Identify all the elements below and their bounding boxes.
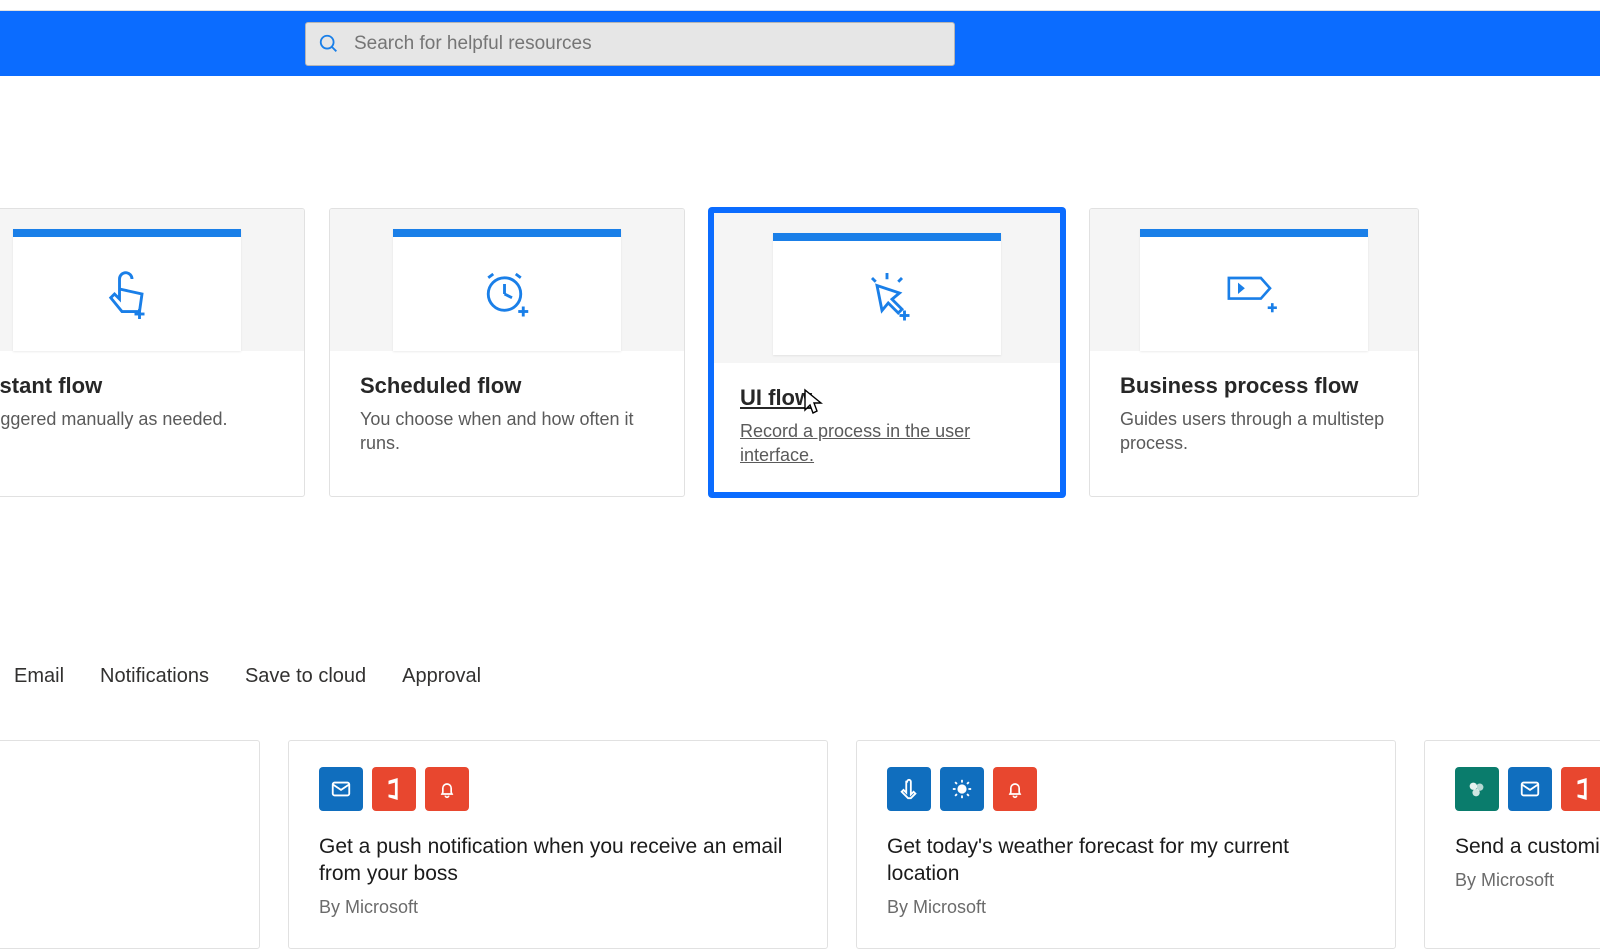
flow-card-instant[interactable]: Instant flow Triggered manually as neede… [0,208,305,497]
tab-approval[interactable]: Approval [402,665,481,688]
bell-icon [993,767,1037,811]
template-title: Send a customi [1455,833,1600,860]
window-top-strip [0,0,1600,11]
bell-icon [425,767,469,811]
card-desc: You choose when and how often it runs. [360,407,654,456]
template-icons [887,767,1365,811]
template-card[interactable]: Get a push notification when you receive… [288,740,828,949]
card-desc: Guides users through a multistep process… [1120,407,1388,456]
tab-save-to-cloud[interactable]: Save to cloud [245,665,366,688]
flow-card-ui[interactable]: UI flow Record a process in the user int… [709,208,1065,497]
flow-card-scheduled[interactable]: Scheduled flow You choose when and how o… [329,208,685,497]
template-title: Get today's weather forecast for my curr… [887,833,1365,888]
card-illustration [1090,209,1418,351]
card-title: Scheduled flow [360,373,654,399]
template-card[interactable]: hments to OneDrive for [0,740,260,949]
card-desc: Triggered manually as needed. [0,407,274,431]
template-cards: hments to OneDrive for Get a push notifi… [0,740,1600,949]
template-icons [1455,767,1600,811]
template-title: Get a push notification when you receive… [319,833,797,888]
tab-email[interactable]: Email [14,665,64,688]
weather-icon [940,767,984,811]
button-icon [887,767,931,811]
flow-type-cards: . Instant flow Triggered manually as nee… [0,208,1600,497]
flow-card-bpf[interactable]: Business process flow Guides users throu… [1089,208,1419,497]
template-author: By Microsoft [1455,870,1600,891]
template-icons [319,767,797,811]
process-plus-icon [1222,264,1286,324]
card-title: UI flow [740,385,1034,411]
search-icon [318,33,340,55]
template-title: hments to OneDrive for [0,835,229,862]
card-illustration [0,209,304,351]
card-title: Instant flow [0,373,274,399]
office-icon [372,767,416,811]
office-icon [1561,767,1600,811]
tab-notifications[interactable]: Notifications [100,665,209,688]
page-title: ow [0,76,1600,128]
sharepoint-icon [1455,767,1499,811]
search-box[interactable] [305,22,955,66]
card-desc: Record a process in the user interface. [740,419,1034,468]
tap-plus-icon [97,264,157,324]
card-illustration [714,213,1060,363]
search-input[interactable] [340,33,942,55]
template-card[interactable]: Send a customi By Microsoft [1424,740,1600,949]
cursor-click-plus-icon [857,268,917,328]
template-card[interactable]: Get today's weather forecast for my curr… [856,740,1396,949]
clock-plus-icon [477,264,537,324]
card-title: Business process flow [1120,373,1388,399]
template-author: By Microsoft [887,897,1365,918]
header-bar [0,11,1600,76]
outlook-icon [1508,767,1552,811]
outlook-icon [319,767,363,811]
card-illustration [330,209,684,351]
template-author: By Microsoft [319,897,797,918]
template-tabs: Email Notifications Save to cloud Approv… [14,665,1600,688]
